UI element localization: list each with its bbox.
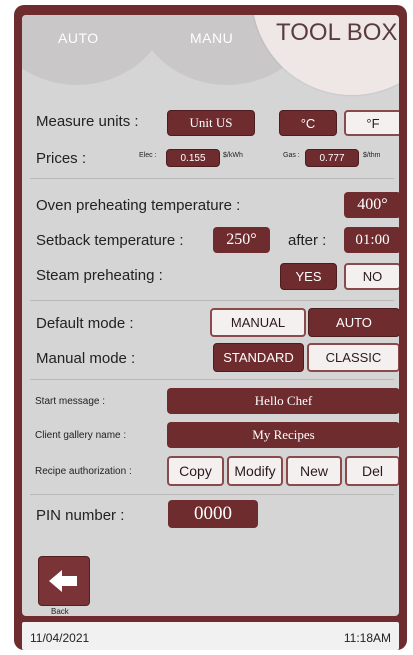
divider (30, 300, 394, 301)
divider (30, 379, 394, 380)
status-time: 11:18AM (343, 631, 391, 645)
after-label: after : (288, 232, 327, 249)
gas-unit: $/thm (363, 152, 381, 159)
pin-label: PIN number : (36, 507, 125, 524)
divider (30, 494, 394, 495)
divider (30, 178, 394, 179)
gas-label: Gas : (283, 152, 300, 159)
default-mode-label: Default mode : (36, 315, 134, 332)
steam-no-button[interactable]: NO (344, 263, 399, 290)
setback-value[interactable]: 250° (213, 227, 270, 253)
classic-button[interactable]: CLASSIC (307, 343, 399, 372)
fahrenheit-button[interactable]: °F (344, 110, 399, 136)
elec-unit: $/kWh (223, 152, 243, 159)
tab-toolbox-label[interactable]: TOOL BOX (276, 19, 397, 47)
pin-field[interactable]: 0000 (168, 500, 258, 528)
manual-mode-label: Manual mode : (36, 350, 136, 367)
recipe-modify-button[interactable]: Modify (227, 456, 283, 486)
celsius-button[interactable]: °C (279, 110, 337, 136)
prices-label: Prices : (36, 150, 87, 167)
after-value[interactable]: 01:00 (344, 227, 399, 253)
elec-price-field[interactable]: 0.155 (166, 149, 220, 167)
start-message-label: Start message : (35, 396, 106, 407)
tab-auto-label[interactable]: AUTO (58, 30, 99, 46)
oven-preheat-value[interactable]: 400° (344, 192, 399, 218)
recipe-copy-button[interactable]: Copy (167, 456, 224, 486)
setback-label: Setback temperature : (36, 232, 184, 249)
status-bar: 11/04/2021 11:18AM (22, 622, 399, 650)
measure-units-label: Measure units : (36, 113, 139, 130)
start-message-field[interactable]: Hello Chef (167, 388, 399, 414)
oven-preheat-label: Oven preheating temperature : (36, 197, 241, 214)
recipe-new-button[interactable]: New (286, 456, 342, 486)
settings-panel: AUTO MANU TOOL BOX Measure units : Unit … (22, 15, 399, 616)
recipe-auth-label: Recipe authorization : (35, 466, 132, 477)
recipe-del-button[interactable]: Del (345, 456, 399, 486)
elec-label: Elec : (139, 152, 157, 159)
device-frame: AUTO MANU TOOL BOX Measure units : Unit … (14, 5, 407, 650)
back-arrow-icon (49, 570, 77, 592)
default-manual-button[interactable]: MANUAL (210, 308, 306, 337)
default-auto-button[interactable]: AUTO (308, 308, 399, 337)
back-label: Back (51, 607, 69, 616)
gas-price-field[interactable]: 0.777 (305, 149, 359, 167)
back-button[interactable] (38, 556, 90, 606)
steam-label: Steam preheating : (36, 267, 163, 284)
status-date: 11/04/2021 (30, 631, 90, 645)
tab-manu-label[interactable]: MANU (190, 30, 233, 46)
standard-button[interactable]: STANDARD (213, 343, 304, 372)
steam-yes-button[interactable]: YES (280, 263, 337, 290)
unit-us-button[interactable]: Unit US (167, 110, 255, 136)
gallery-field[interactable]: My Recipes (167, 422, 399, 448)
gallery-label: Client gallery name : (35, 430, 127, 441)
